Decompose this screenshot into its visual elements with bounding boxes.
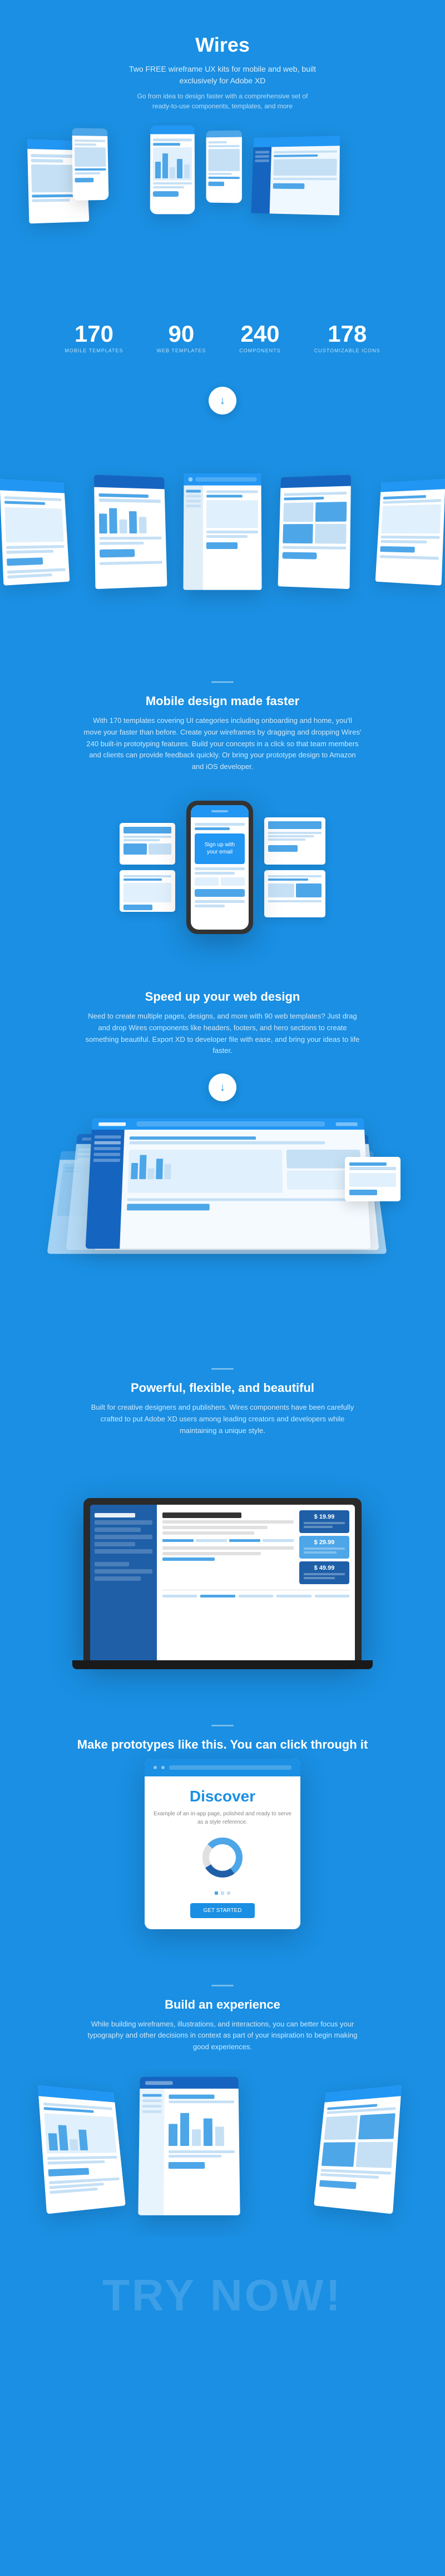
phone-mockup-area: Sign up withyour email (11, 790, 434, 945)
stat-components: 240 Components (239, 322, 281, 353)
proto-discover-title: Discover (154, 1788, 291, 1805)
prototype-device: Discover Example of an in-app page, poli… (145, 1759, 300, 1929)
build-divider (211, 1985, 234, 1986)
stats-section: 170 Mobile Templates 90 Web Templates 24… (0, 300, 445, 376)
iso-showcase-1 (0, 426, 445, 637)
laptop-screen: $ 19.99 $ 29.99 $ 49.99 (90, 1505, 355, 1660)
web-stack (11, 1112, 434, 1312)
proto-header (145, 1759, 300, 1776)
tilted-mockups (11, 2070, 434, 2236)
download-icon: ↓ (220, 395, 225, 407)
circle-arrow-icon: ↓ (220, 1081, 225, 1094)
mobile-section-desc: With 170 templates covering UI categorie… (83, 715, 362, 773)
stat-label-mobile: Mobile Templates (65, 348, 123, 353)
hero-section: Wires Two FREE wireframe UX kits for mob… (0, 0, 445, 300)
powerful-divider (211, 1368, 234, 1370)
proto-discover-text: Example of an in-app page, polished and … (154, 1810, 291, 1826)
laptop-frame: $ 19.99 $ 29.99 $ 49.99 (83, 1498, 362, 1660)
prototype-section: Make prototypes like this. You can click… (0, 1691, 445, 1951)
proto-dot-active (215, 1891, 218, 1895)
stat-number-web: 90 (157, 322, 206, 346)
build-section-desc: While building wireframes, illustrations… (83, 2019, 362, 2053)
mobile-section: Mobile design made faster With 170 templ… (0, 648, 445, 967)
web-section: Speed up your web design Need to create … (0, 967, 445, 1335)
hero-title: Wires (11, 33, 434, 57)
bottom-cta-text: TRY NOW! (0, 2259, 445, 2332)
build-section-title: Build an experience (11, 1998, 434, 2012)
stat-icons: 178 Customizable Icons (314, 322, 380, 353)
stat-label-icons: Customizable Icons (314, 348, 380, 353)
proto-pagination (154, 1891, 291, 1895)
proto-nav-dot-2 (161, 1766, 165, 1769)
proto-dot-1 (221, 1891, 224, 1895)
stat-number-components: 240 (239, 322, 281, 346)
laptop-sidebar (90, 1505, 157, 1660)
laptop-main-content: $ 19.99 $ 29.99 $ 49.99 (157, 1505, 355, 1660)
proto-body: Discover Example of an in-app page, poli… (145, 1776, 300, 1929)
stat-mobile-templates: 170 Mobile Templates (65, 322, 123, 353)
mobile-divider (211, 681, 234, 683)
web-section-title: Speed up your web design (11, 990, 434, 1004)
hero-subtext: Go from idea to design faster with a com… (128, 91, 317, 111)
proto-nav-dot-1 (154, 1766, 157, 1769)
stat-label-components: Components (239, 348, 281, 353)
web-circle-btn[interactable]: ↓ (209, 1074, 236, 1101)
build-section: Build an experience While building wiref… (0, 1951, 445, 2259)
proto-pie-chart (200, 1835, 245, 1880)
powerful-title: Powerful, flexible, and beautiful (11, 1381, 434, 1395)
proto-dot-2 (227, 1891, 230, 1895)
proto-url-bar (169, 1765, 291, 1770)
mobile-section-title: Mobile design made faster (11, 694, 434, 708)
stat-number-icons: 178 (314, 322, 380, 346)
powerful-section: Powerful, flexible, and beautiful Built … (0, 1335, 445, 1475)
proto-cta-button[interactable]: GET STARTED (190, 1903, 255, 1918)
download-circle-btn[interactable]: ↓ (209, 387, 236, 415)
prototype-divider (211, 1725, 234, 1726)
stat-web-templates: 90 Web Templates (157, 322, 206, 353)
laptop-section: $ 19.99 $ 29.99 $ 49.99 (0, 1476, 445, 1691)
stat-number-mobile: 170 (65, 322, 123, 346)
hero-subtitle: Two FREE wireframe UX kits for mobile an… (128, 63, 317, 87)
web-section-desc: Need to create multiple pages, designs, … (83, 1011, 362, 1057)
powerful-desc: Built for creative designers and publish… (83, 1402, 362, 1436)
laptop-base (72, 1660, 373, 1669)
stat-label-web: Web Templates (157, 348, 206, 353)
hero-devices (11, 122, 434, 267)
prototype-title: Make prototypes like this. You can click… (11, 1738, 434, 1752)
